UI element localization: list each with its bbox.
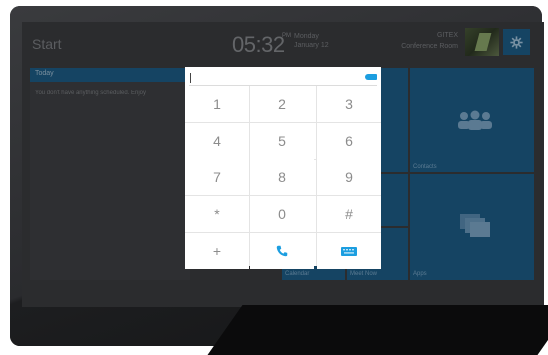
key-5[interactable]: 5: [250, 123, 314, 159]
key-6[interactable]: 6: [317, 123, 381, 159]
key-hash[interactable]: #: [317, 196, 381, 232]
key-7[interactable]: 7: [185, 159, 249, 195]
key-9[interactable]: 9: [317, 159, 381, 195]
call-button[interactable]: [250, 233, 314, 269]
keyboard-button[interactable]: [317, 233, 381, 269]
keyboard-icon: [341, 246, 357, 256]
key-1[interactable]: 1: [185, 86, 249, 122]
backspace-icon[interactable]: [365, 74, 377, 80]
phone-icon: [276, 245, 288, 257]
key-star[interactable]: *: [185, 196, 249, 232]
dial-input[interactable]: [189, 71, 377, 86]
key-8[interactable]: 8: [250, 159, 314, 195]
key-plus[interactable]: +: [185, 233, 249, 269]
bezel-shadow: [207, 305, 548, 355]
input-caret: [190, 73, 191, 83]
key-0[interactable]: 0: [250, 196, 314, 232]
key-4[interactable]: 4: [185, 123, 249, 159]
key-3[interactable]: 3: [317, 86, 381, 122]
key-2[interactable]: 2: [250, 86, 314, 122]
dial-pad: 1 2 3 4 5 6 7 8 9 * 0 # +: [185, 67, 381, 269]
